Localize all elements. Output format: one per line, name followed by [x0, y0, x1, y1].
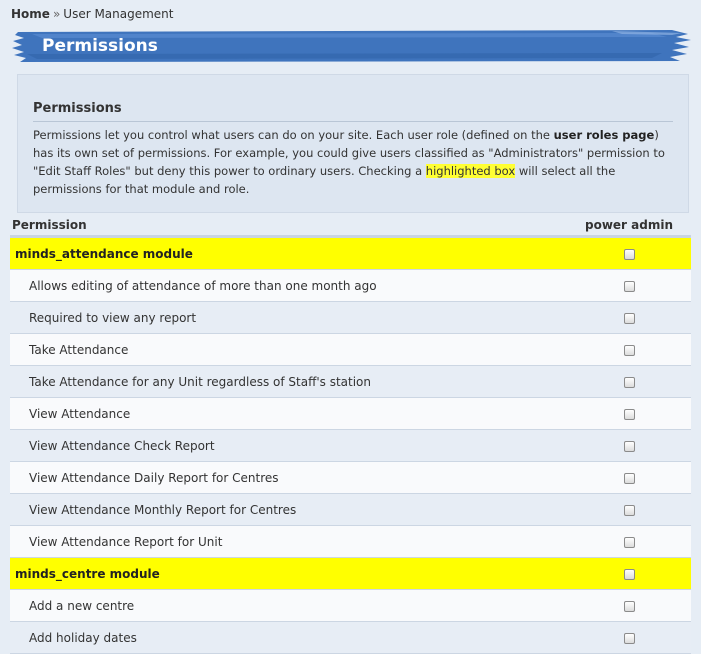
power-admin-cell [567, 557, 691, 590]
permission-name: Allows editing of attendance of more tha… [10, 269, 567, 302]
module-select-all-checkbox[interactable] [623, 248, 635, 260]
permission-row: Add holiday dates [10, 621, 691, 654]
power-admin-cell [567, 397, 691, 430]
permission-name: Add a new centre [10, 589, 567, 622]
user-roles-page-link[interactable]: user roles page [554, 128, 655, 142]
page-title: Permissions [42, 36, 158, 56]
permission-name: Required to view any report [10, 301, 567, 334]
module-select-all-checkbox[interactable] [623, 568, 635, 580]
power-admin-cell [567, 589, 691, 622]
permission-name: View Attendance [10, 397, 567, 430]
breadcrumb: Home» User Management [11, 7, 174, 21]
permission-row: View Attendance Monthly Report for Centr… [10, 493, 691, 526]
permission-checkbox[interactable] [623, 440, 635, 452]
help-text: Permissions let you control what users c… [33, 126, 673, 198]
power-admin-cell [567, 525, 691, 558]
power-admin-cell [567, 429, 691, 462]
power-admin-cell [567, 236, 691, 270]
permission-checkbox[interactable] [623, 408, 635, 420]
permission-checkbox[interactable] [623, 632, 635, 644]
page-title-banner: Permissions [12, 28, 691, 64]
module-name: minds_attendance module [10, 236, 567, 270]
permission-row: View Attendance Report for Unit [10, 525, 691, 558]
permission-checkbox[interactable] [623, 472, 635, 484]
permission-checkbox[interactable] [623, 600, 635, 612]
power-admin-cell [567, 269, 691, 302]
help-text-part: Permissions let you control what users c… [33, 128, 554, 142]
help-title: Permissions [33, 101, 122, 116]
table-header-row: Permission power admin [10, 214, 691, 238]
breadcrumb-home-link[interactable]: Home [11, 7, 50, 21]
module-row: minds_centre module [10, 557, 691, 590]
permission-name: View Attendance Monthly Report for Centr… [10, 493, 567, 526]
power-admin-cell [567, 333, 691, 366]
permission-row: Allows editing of attendance of more tha… [10, 269, 691, 302]
power-admin-cell [567, 621, 691, 654]
column-header-permission: Permission [10, 214, 567, 238]
permissions-table: Permission power admin minds_attendance … [10, 214, 691, 654]
power-admin-cell [567, 301, 691, 334]
help-divider [33, 121, 673, 122]
highlighted-box-text: highlighted box [425, 164, 516, 178]
column-header-power-admin: power admin [567, 214, 691, 238]
power-admin-cell [567, 461, 691, 494]
permission-checkbox[interactable] [623, 376, 635, 388]
permission-name: Take Attendance for any Unit regardless … [10, 365, 567, 398]
module-row: minds_attendance module [10, 236, 691, 270]
breadcrumb-separator: » [52, 7, 61, 21]
permission-name: Take Attendance [10, 333, 567, 366]
permissions-table-body: minds_attendance module Allows editing of… [10, 236, 691, 654]
permission-row: Take Attendance for any Unit regardless … [10, 365, 691, 398]
power-admin-cell [567, 365, 691, 398]
permission-name: View Attendance Check Report [10, 429, 567, 462]
permission-row: Add a new centre [10, 589, 691, 622]
permission-name: Add holiday dates [10, 621, 567, 654]
permission-checkbox[interactable] [623, 536, 635, 548]
permission-name: View Attendance Report for Unit [10, 525, 567, 558]
permission-checkbox[interactable] [623, 280, 635, 292]
help-box: Permissions Permissions let you control … [17, 74, 689, 213]
permission-row: View Attendance Check Report [10, 429, 691, 462]
permission-checkbox[interactable] [623, 504, 635, 516]
permission-row: Take Attendance [10, 333, 691, 366]
permission-checkbox[interactable] [623, 344, 635, 356]
permission-row: Required to view any report [10, 301, 691, 334]
permission-checkbox[interactable] [623, 312, 635, 324]
permission-row: View Attendance [10, 397, 691, 430]
power-admin-cell [567, 493, 691, 526]
permission-row: View Attendance Daily Report for Centres [10, 461, 691, 494]
permission-name: View Attendance Daily Report for Centres [10, 461, 567, 494]
breadcrumb-current: User Management [63, 7, 174, 21]
module-name: minds_centre module [10, 557, 567, 590]
